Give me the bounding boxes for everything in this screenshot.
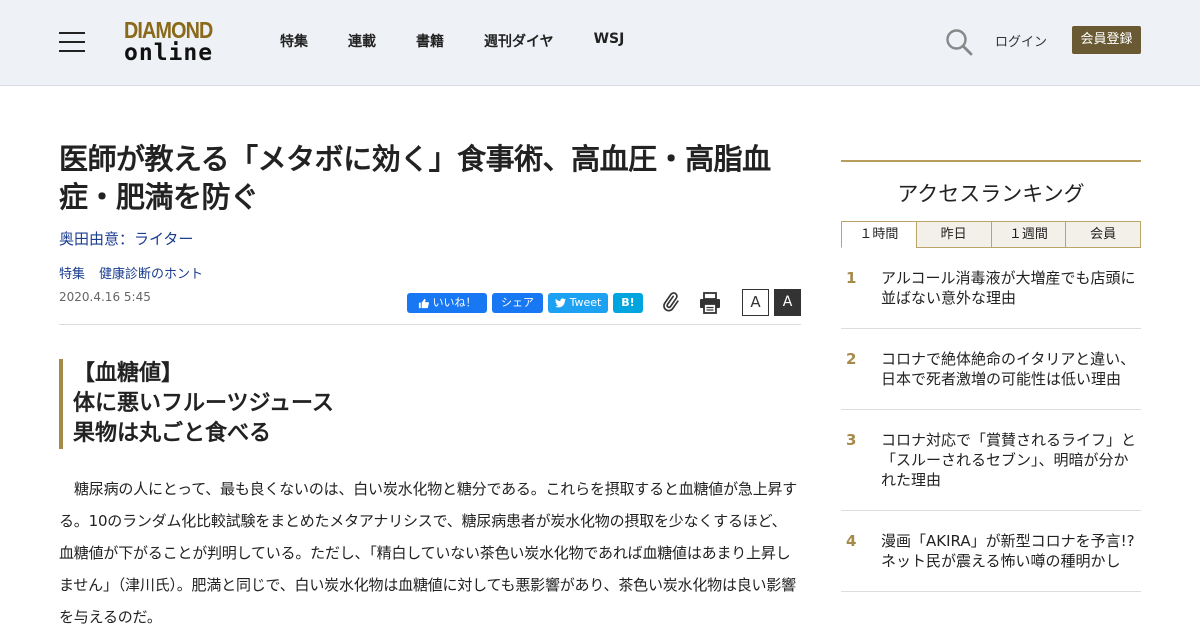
ranking-item[interactable]: 1 アルコール消毒液が大増産でも店頭に並ばない意外な理由 — [841, 248, 1141, 329]
print-icon[interactable] — [699, 292, 721, 314]
article-subheading: 【血糖値】 体に悪いフルーツジュース 果物は丸ごと食べる — [59, 359, 804, 449]
menu-icon[interactable] — [59, 32, 85, 52]
subheading-line: 果物は丸ごと食べる — [73, 421, 272, 446]
subheading-line: 【血糖値】 — [73, 361, 184, 386]
hatena-label: B! — [621, 296, 635, 309]
rank-number: 3 — [846, 431, 857, 449]
like-label: いいね！ — [432, 296, 477, 309]
ranking-list: 1 アルコール消毒液が大増産でも店頭に並ばない意外な理由 2 コロナで絶体絶命の… — [841, 248, 1141, 592]
site-logo[interactable]: DIAMOND online — [124, 19, 228, 67]
subheading-line: 体に悪いフルーツジュース — [73, 391, 334, 416]
ranking-item[interactable]: 3 コロナ対応で「賞賛されるライフ」と「スルーされるセブン」、明暗が分かれた理由 — [841, 410, 1141, 511]
tweet-button[interactable]: Tweet — [548, 293, 608, 313]
article-body: 糖尿病の人にとって、最も良くないのは、白い炭水化物と糖分である。これらを摂取する… — [59, 480, 798, 626]
nav-item-books[interactable]: 書籍 — [416, 31, 444, 51]
facebook-like-button[interactable]: いいね！ — [407, 293, 487, 313]
rank-number: 2 — [846, 350, 857, 368]
ranking-title: アクセスランキング — [897, 182, 1085, 206]
thumbs-up-icon — [418, 298, 429, 308]
ranking-item[interactable]: 2 コロナで絶体絶命のイタリアと違い、日本で死者激増の可能性は低い理由 — [841, 329, 1141, 410]
tab-1-week[interactable]: １週間 — [990, 221, 1067, 248]
tab-yesterday[interactable]: 昨日 — [915, 221, 992, 248]
register-button[interactable]: 会員登録 — [1072, 26, 1141, 54]
paperclip-icon[interactable] — [659, 291, 681, 313]
logo-text-bottom: online — [124, 40, 214, 66]
share-bar: いいね！ シェア Tweet B! — [407, 293, 643, 313]
logo-text-top: DIAMOND — [124, 17, 213, 43]
ranking-item-title[interactable]: コロナで絶体絶命のイタリアと違い、日本で死者激増の可能性は低い理由 — [881, 350, 1135, 388]
login-link[interactable]: ログイン — [995, 31, 1047, 50]
ranking-item-title[interactable]: アルコール消毒液が大増産でも店頭に並ばない意外な理由 — [881, 269, 1136, 307]
article-divider — [59, 324, 801, 325]
twitter-bird-icon — [554, 298, 566, 308]
search-icon[interactable] — [945, 28, 973, 56]
article-date: 2020.4.16 5:45 — [59, 290, 151, 304]
font-size-small-button[interactable]: A — [742, 289, 769, 316]
tweet-label: Tweet — [569, 296, 602, 309]
nav-item-wsj[interactable]: WSJ — [594, 31, 625, 51]
article-author[interactable]: 奥田由意：ライター — [59, 228, 193, 249]
rank-number: 4 — [846, 532, 857, 550]
main-nav: 特集 連載 書籍 週刊ダイヤ WSJ — [280, 31, 664, 51]
site-header: DIAMOND online 特集 連載 書籍 週刊ダイヤ WSJ ログイン 会… — [0, 0, 1200, 86]
nav-item-series[interactable]: 連載 — [348, 31, 376, 51]
article-tags: 特集 健康診断のホント — [59, 263, 203, 282]
share-label: シェア — [501, 296, 534, 309]
ranking-item-title[interactable]: 漫画「AKIRA」が新型コロナを予言!?ネット民が震える怖い噂の種明かし — [881, 532, 1135, 570]
tag-link[interactable]: 特集 — [59, 263, 85, 282]
nav-item-weekly-diamond[interactable]: 週刊ダイヤ — [484, 31, 554, 51]
article-title: 医師が教える「メタボに効く」食事術、高血圧・高脂血症・肥満を防ぐ — [59, 142, 771, 214]
ranking-item[interactable]: 4 漫画「AKIRA」が新型コロナを予言!?ネット民が震える怖い噂の種明かし — [841, 511, 1141, 592]
tag-link[interactable]: 健康診断のホント — [99, 263, 203, 282]
ranking-item-title[interactable]: コロナ対応で「賞賛されるライフ」と「スルーされるセブン」、明暗が分かれた理由 — [881, 431, 1136, 489]
font-size-large-button[interactable]: A — [774, 289, 801, 316]
rank-number: 1 — [846, 269, 857, 287]
tab-1-hour[interactable]: １時間 — [841, 221, 917, 248]
tab-members[interactable]: 会員 — [1065, 221, 1141, 248]
nav-item-features[interactable]: 特集 — [280, 31, 308, 51]
facebook-share-button[interactable]: シェア — [492, 293, 543, 313]
ranking-tabs: １時間 昨日 １週間 会員 — [841, 221, 1141, 248]
access-ranking: アクセスランキング １時間 昨日 １週間 会員 1 アルコール消毒液が大増産でも… — [841, 160, 1141, 592]
hatena-bookmark-button[interactable]: B! — [613, 293, 643, 313]
